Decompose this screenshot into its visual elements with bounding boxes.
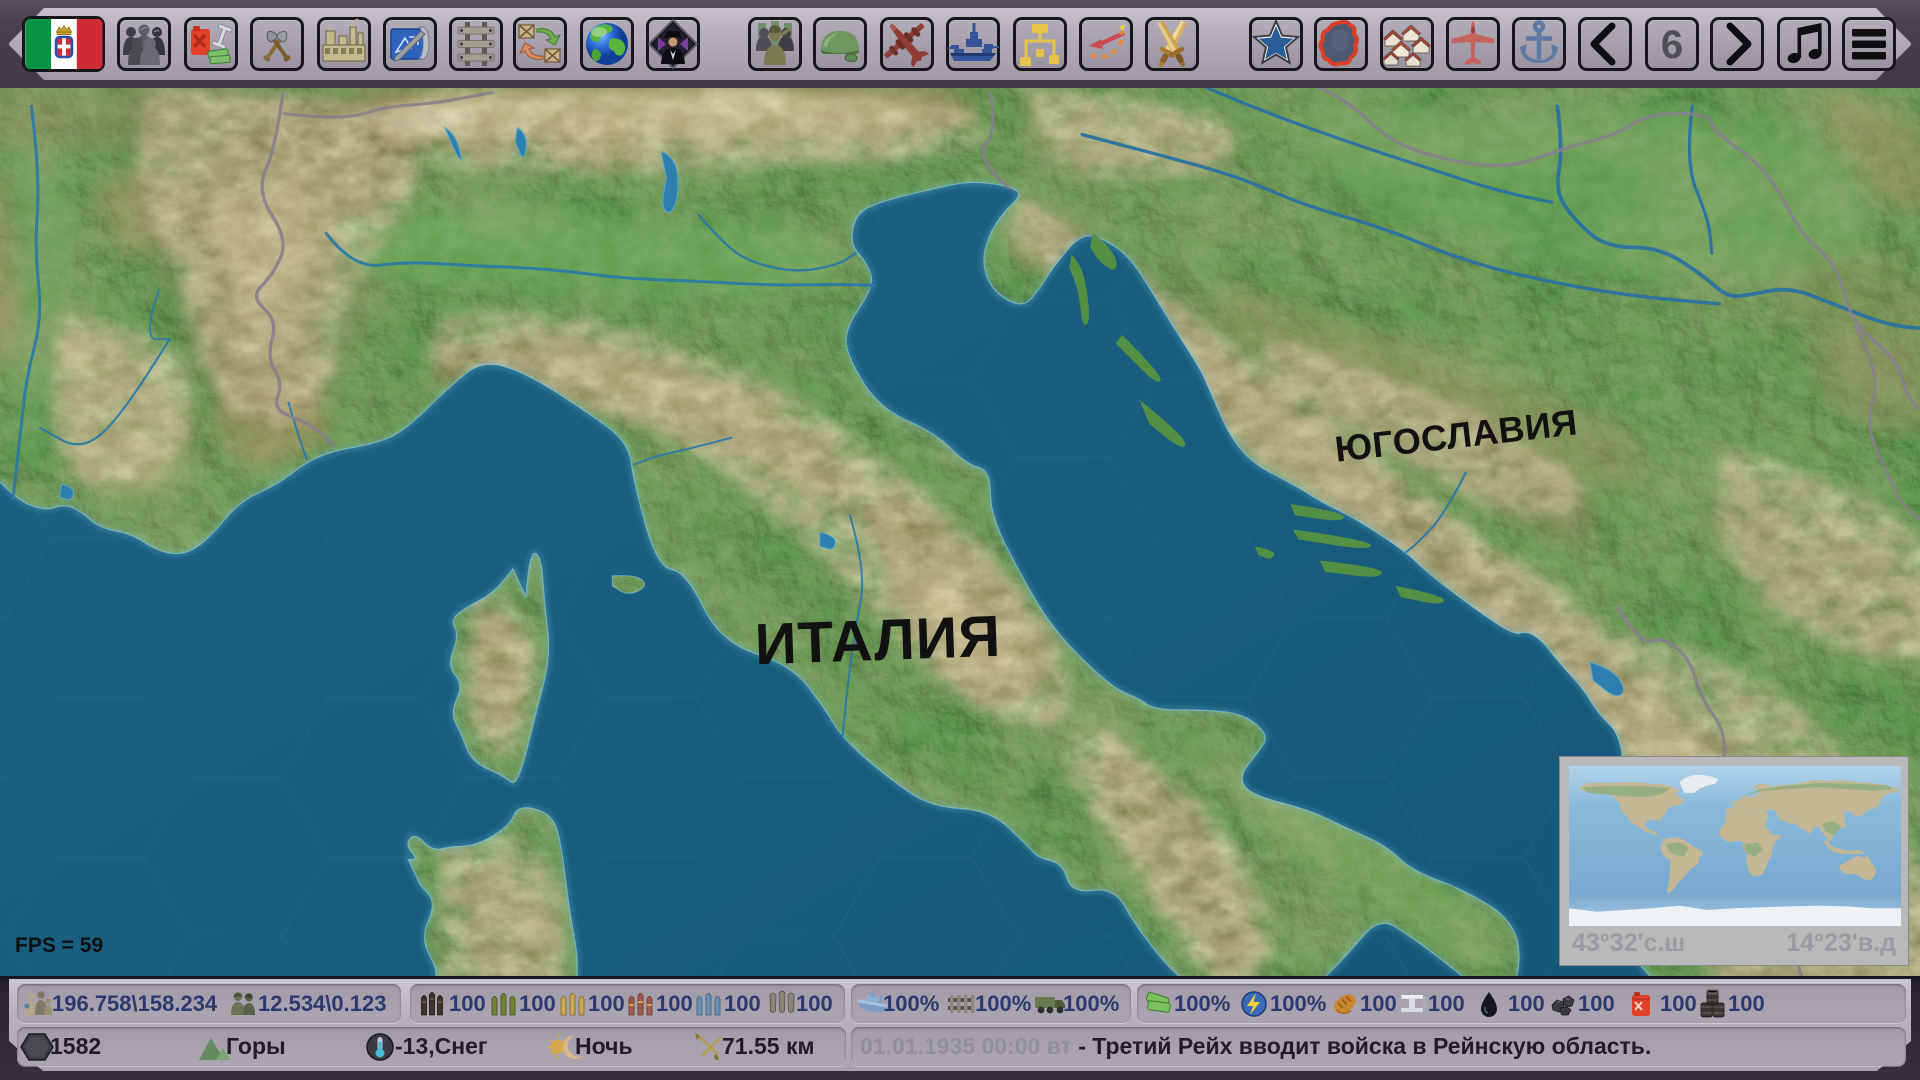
svg-text:FPS = 59: FPS = 59 xyxy=(15,934,103,957)
svg-text:ИТАЛИЯ: ИТАЛИЯ xyxy=(754,604,1002,678)
svg-text:6: 6 xyxy=(1661,23,1683,67)
